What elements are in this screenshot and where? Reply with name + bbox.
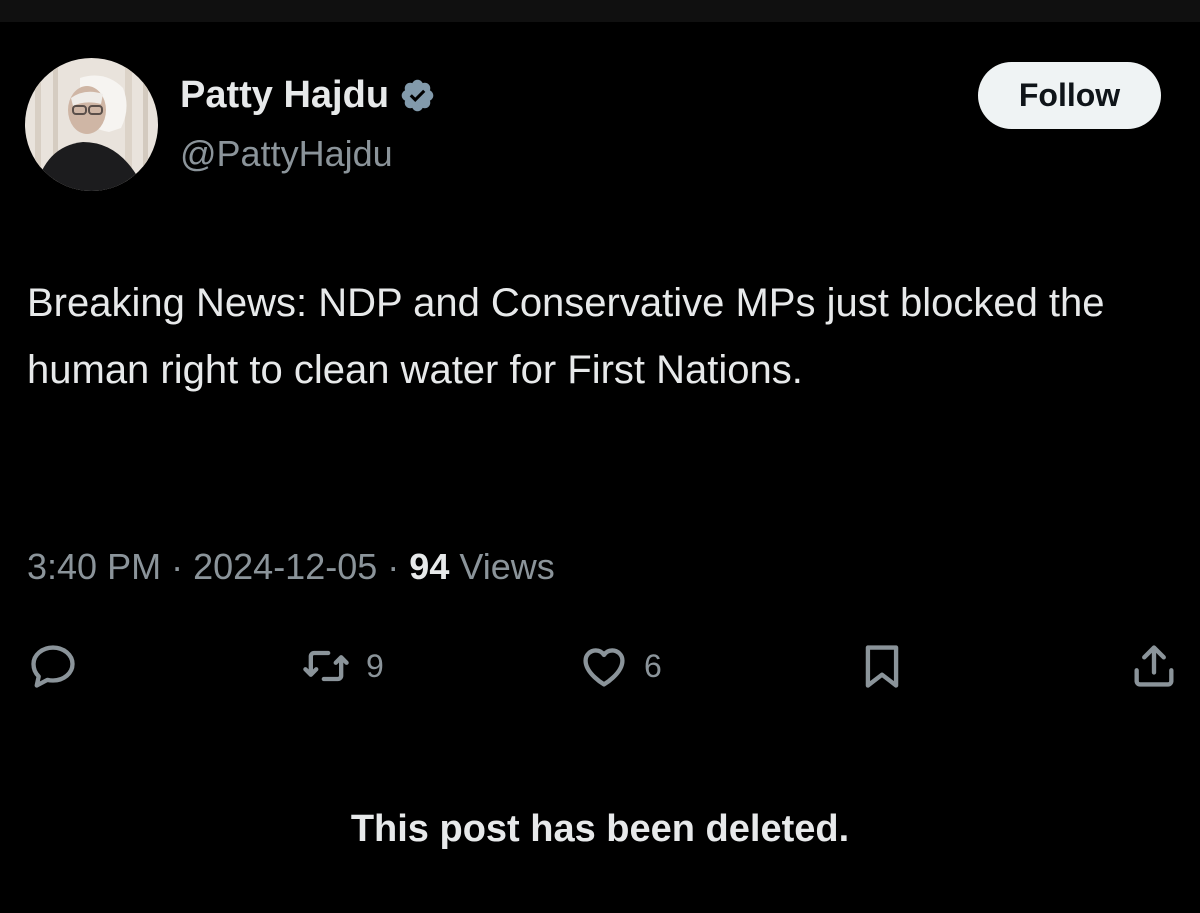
reply-button[interactable] xyxy=(27,640,93,692)
bookmark-icon xyxy=(865,645,899,688)
repost-button[interactable]: 9 xyxy=(300,640,384,692)
meta-separator: · xyxy=(387,546,400,587)
like-count: 6 xyxy=(644,647,662,684)
like-button[interactable]: 6 xyxy=(578,640,662,692)
post-text: Breaking News: NDP and Conservative MPs … xyxy=(27,281,1105,392)
bookmark-button[interactable] xyxy=(856,640,908,692)
display-name[interactable]: Patty Hajdu xyxy=(180,74,389,117)
post-date[interactable]: 2024-12-05 xyxy=(193,546,377,587)
author-handle[interactable]: @PattyHajdu xyxy=(180,133,393,175)
avatar-image xyxy=(25,58,158,191)
views-label: Views xyxy=(459,546,555,587)
post-time[interactable]: 3:40 PM xyxy=(27,546,161,587)
like-icon xyxy=(583,648,625,687)
avatar[interactable] xyxy=(25,58,158,191)
repost-count: 9 xyxy=(366,647,384,684)
meta-separator: · xyxy=(171,546,184,587)
post-meta: 3:40 PM · 2024-12-05 · 94 Views xyxy=(27,546,555,588)
verified-icon xyxy=(401,79,434,112)
deleted-notice: This post has been deleted. xyxy=(350,808,850,850)
top-strip xyxy=(0,0,1200,22)
views-count: 94 xyxy=(409,546,450,587)
share-button[interactable] xyxy=(1128,640,1180,692)
reply-icon xyxy=(31,645,75,688)
repost-icon xyxy=(303,650,349,682)
follow-button[interactable]: Follow xyxy=(978,62,1161,129)
author-name-row[interactable]: Patty Hajdu xyxy=(180,74,436,117)
share-icon xyxy=(1134,645,1174,687)
